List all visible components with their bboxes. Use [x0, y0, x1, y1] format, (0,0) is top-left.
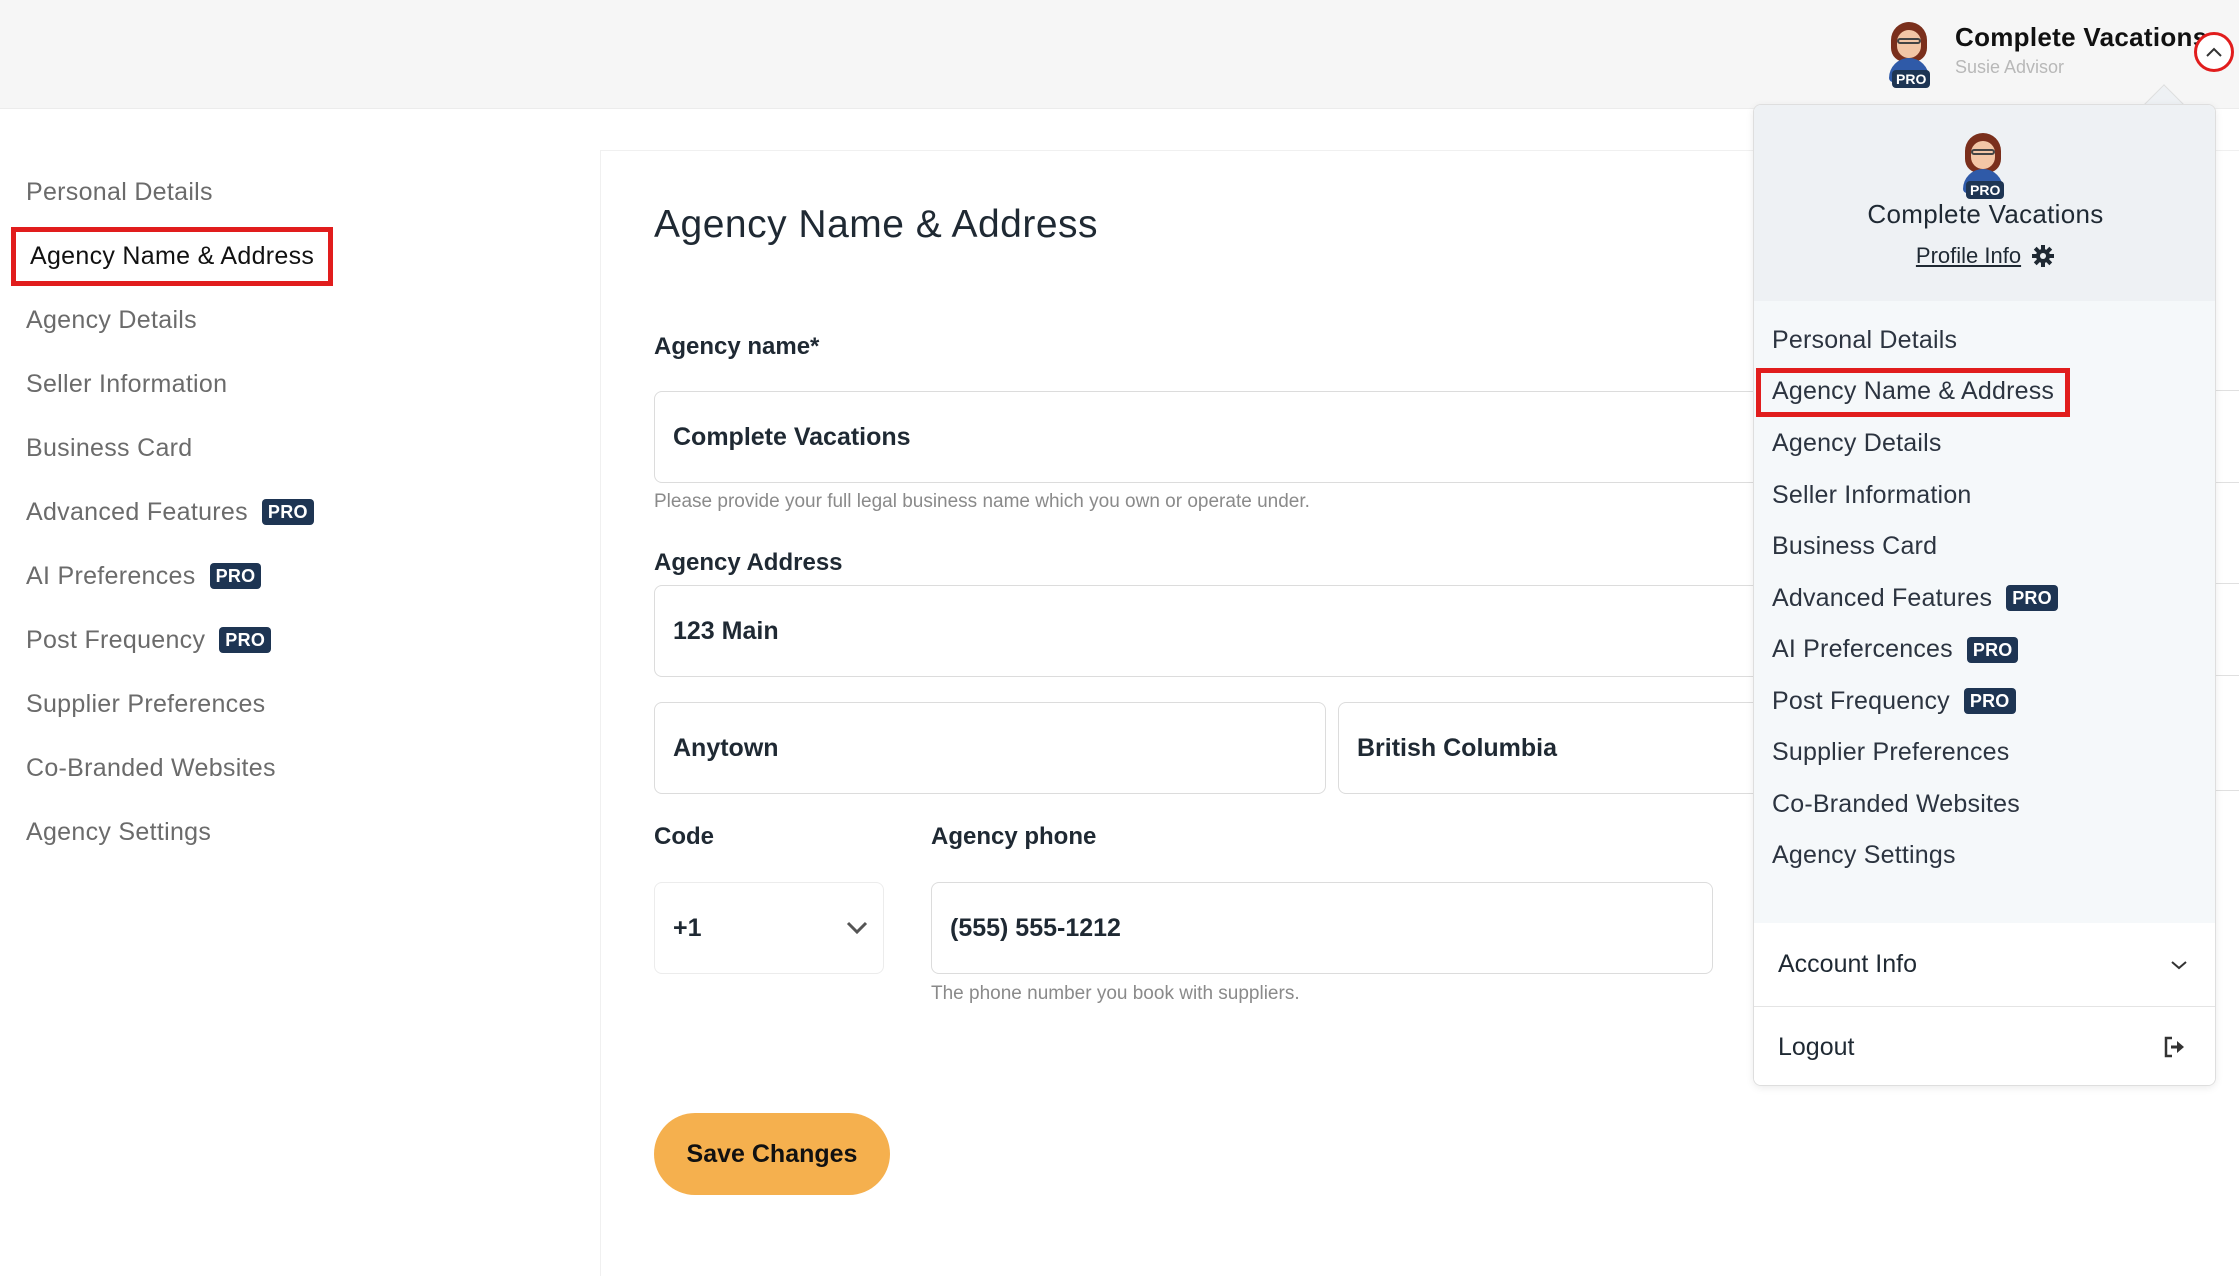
pro-badge: PRO — [1966, 636, 2019, 663]
address-line1-input[interactable]: 123 Main — [654, 585, 1814, 677]
agency-phone-help: The phone number you book with suppliers… — [931, 983, 1300, 1004]
dropdown-item-label: Agency Name & Address — [1756, 367, 2071, 417]
dropdown-item-label: Agency Details — [1772, 429, 1942, 458]
city-value: Anytown — [673, 733, 779, 762]
sidebar-item-label: Agency Details — [26, 305, 197, 334]
account-info-label: Account Info — [1778, 950, 1917, 978]
dropdown-item-personal-details[interactable]: Personal Details — [1754, 315, 2215, 367]
logout-label: Logout — [1778, 1032, 1855, 1061]
agency-phone-label: Agency phone — [931, 823, 1097, 850]
code-label: Code — [654, 823, 714, 850]
dropdown-item-ai-prefercences[interactable]: AI Prefercences PRO — [1754, 624, 2215, 676]
sidebar-item-seller-information[interactable]: Seller Information — [0, 352, 400, 416]
pro-badge: PRO — [261, 499, 314, 525]
pro-badge: PRO — [1963, 688, 2016, 715]
page-title: Agency Name & Address — [654, 203, 1099, 246]
dropdown-item-label: Personal Details — [1772, 326, 1958, 355]
dropdown-item-agency-settings[interactable]: Agency Settings — [1754, 830, 2215, 882]
sidebar-item-label: AI Preferences — [26, 561, 196, 590]
logout-button[interactable]: Logout — [1754, 1007, 2215, 1085]
top-bar: PRO Complete Vacations Susie Advisor — [0, 0, 2239, 109]
avatar-pro-badge: PRO — [1966, 181, 2005, 199]
dropdown-item-business-card[interactable]: Business Card — [1754, 521, 2215, 573]
sidebar-item-label: Advanced Features — [26, 497, 248, 526]
chevron-up-icon — [2206, 47, 2222, 57]
agency-name-label: Agency name* — [654, 333, 820, 360]
dropdown-item-advanced-features[interactable]: Advanced Features PRO — [1754, 573, 2215, 625]
chevron-down-icon — [846, 921, 868, 935]
sidebar-item-personal-details[interactable]: Personal Details — [0, 160, 400, 224]
avatar: PRO — [1885, 20, 1933, 90]
dropdown-header: PRO Complete Vacations Profile Info — [1754, 105, 2215, 301]
sidebar-item-label: Co-Branded Websites — [26, 753, 276, 782]
sidebar-item-label: Agency Name & Address — [11, 226, 334, 286]
pro-badge: PRO — [2006, 585, 2058, 612]
sidebar-item-supplier-preferences[interactable]: Supplier Preferences — [0, 672, 400, 736]
sidebar-item-label: Seller Information — [26, 369, 228, 398]
dropdown-company-name: Complete Vacations — [1867, 199, 2104, 229]
dropdown-item-label: Supplier Preferences — [1772, 738, 2010, 767]
menu-toggle-button[interactable] — [2194, 32, 2234, 72]
agency-phone-input[interactable]: (555) 555-1212 — [931, 882, 1713, 974]
account-dropdown: PRO Complete Vacations Profile Info Pers… — [1753, 104, 2216, 1086]
sidebar-item-business-card[interactable]: Business Card — [0, 416, 400, 480]
divider — [2216, 390, 2239, 391]
sidebar-item-label: Supplier Preferences — [26, 689, 266, 718]
logout-icon — [2164, 1036, 2184, 1058]
divider — [2216, 482, 2239, 483]
avatar: PRO — [1959, 131, 2007, 201]
dropdown-item-label: Seller Information — [1772, 480, 1972, 509]
account-info-toggle[interactable]: Account Info — [1754, 923, 2215, 1007]
agency-name-help: Please provide your full legal business … — [654, 491, 1310, 512]
dropdown-item-label: Co-Branded Websites — [1772, 789, 2020, 818]
sidebar-item-agency-details[interactable]: Agency Details — [0, 288, 400, 352]
sidebar-item-advanced-features[interactable]: Advanced Features PRO — [0, 480, 400, 544]
dropdown-item-label: Agency Settings — [1772, 841, 1956, 870]
dropdown-item-post-frequency[interactable]: Post Frequency PRO — [1754, 676, 2215, 728]
pro-badge: PRO — [209, 563, 262, 589]
gear-icon[interactable] — [2031, 244, 2055, 268]
settings-sidebar: Personal Details Agency Name & Address Age… — [0, 160, 400, 864]
province-value: British Columbia — [1357, 733, 1558, 762]
dropdown-item-label: Post Frequency — [1772, 686, 1950, 715]
dropdown-item-supplier-preferences[interactable]: Supplier Preferences — [1754, 727, 2215, 779]
dropdown-item-agency-name-and-address[interactable]: Agency Name & Address — [1754, 367, 2215, 419]
agency-phone-value: (555) 555-1212 — [950, 913, 1121, 942]
sidebar-item-agency-settings[interactable]: Agency Settings — [0, 800, 400, 864]
city-input[interactable]: Anytown — [654, 702, 1326, 794]
sidebar-item-agency-name-and-address[interactable]: Agency Name & Address — [0, 224, 400, 288]
pro-badge: PRO — [219, 627, 272, 653]
country-code-value: +1 — [673, 913, 702, 942]
dropdown-item-label: Advanced Features — [1772, 583, 1993, 612]
sidebar-item-ai-preferences[interactable]: AI Preferences PRO — [0, 544, 400, 608]
sidebar-item-label: Agency Settings — [26, 817, 212, 846]
sidebar-item-label: Personal Details — [26, 177, 213, 206]
user-role: Susie Advisor — [1955, 57, 2065, 77]
province-select[interactable]: British Columbia — [1338, 702, 1814, 794]
profile-info-link[interactable]: Profile Info — [1916, 243, 2021, 269]
avatar-pro-badge: PRO — [1892, 70, 1931, 88]
sidebar-item-co-branded-websites[interactable]: Co-Branded Websites — [0, 736, 400, 800]
user-company-name: Complete Vacations — [1955, 22, 2208, 52]
divider — [2216, 675, 2239, 676]
sidebar-item-label: Business Card — [26, 433, 193, 462]
sidebar-item-label: Post Frequency — [26, 625, 206, 654]
address-line1-value: 123 Main — [673, 616, 779, 645]
divider — [2216, 790, 2239, 791]
dropdown-item-co-branded-websites[interactable]: Co-Branded Websites — [1754, 779, 2215, 831]
agency-name-value: Complete Vacations — [673, 422, 911, 451]
dropdown-item-seller-information[interactable]: Seller Information — [1754, 470, 2215, 522]
agency-address-label: Agency Address — [654, 549, 843, 576]
sidebar-item-post-frequency[interactable]: Post Frequency PRO — [0, 608, 400, 672]
dropdown-item-agency-details[interactable]: Agency Details — [1754, 418, 2215, 470]
chevron-down-icon — [2171, 960, 2187, 969]
save-changes-button[interactable]: Save Changes — [654, 1113, 890, 1195]
divider — [2216, 583, 2239, 584]
dropdown-item-label: AI Prefercences — [1772, 635, 1953, 664]
country-code-select[interactable]: +1 — [654, 882, 884, 974]
profile-info: Profile Info — [1754, 243, 2215, 269]
dropdown-menu-list: Personal Details Agency Name & Address Age… — [1754, 301, 2215, 1023]
dropdown-item-label: Business Card — [1772, 532, 1938, 561]
agency-name-input[interactable]: Complete Vacations — [654, 391, 1814, 483]
